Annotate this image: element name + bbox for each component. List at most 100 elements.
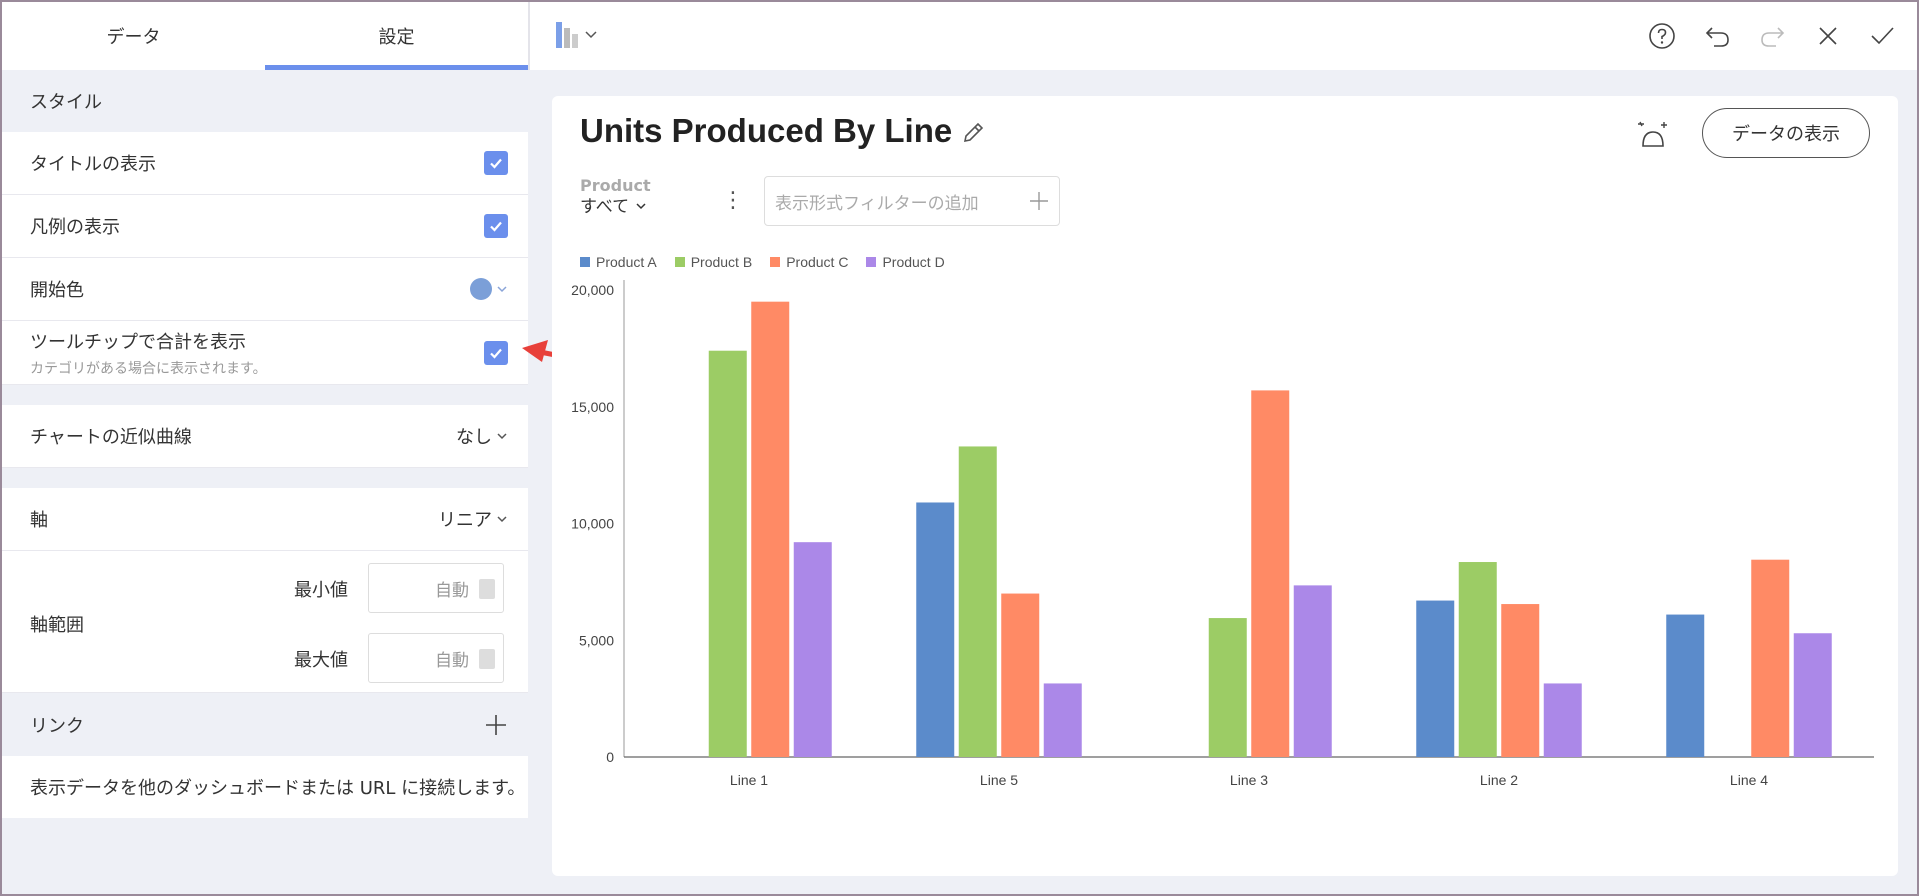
axis-value: リニア [438,510,492,531]
x-tick-label: Line 4 [1730,772,1768,788]
min-input[interactable]: 自動 [368,563,504,613]
legend-item[interactable]: Product B [674,254,753,270]
bar-product-a-line-4[interactable] [1666,614,1705,757]
check-icon [490,158,502,169]
spinner-icon[interactable] [479,649,495,669]
link-description: 表示データを他のダッシュボードまたは URL に接続します。 [2,756,528,818]
legend-label: Product B [690,254,753,270]
confirm-check-icon[interactable] [1868,22,1896,50]
show-legend-row: 凡例の表示 [2,195,528,258]
spinner-icon[interactable] [479,579,495,599]
bar-product-d-line-3[interactable] [1293,585,1332,757]
style-heading: スタイル [30,92,102,113]
bar-product-d-line-5[interactable] [1043,683,1082,757]
legend-swatch [674,257,685,267]
top-toolbar [530,2,1917,70]
x-tick-label: Line 1 [730,772,768,788]
axis-row: 軸 リニア [2,488,528,551]
max-input[interactable]: 自動 [368,633,504,683]
x-tick-label: Line 2 [1480,772,1518,788]
legend-swatch [866,257,877,267]
trendline-value: なし [456,427,492,448]
chart-title: Units Produced By Line [580,112,953,149]
show-legend-checkbox[interactable] [484,214,508,238]
view-data-button[interactable]: データの表示 [1702,108,1870,158]
chevron-down-icon [497,433,507,440]
product-filter-dropdown[interactable]: すべて [580,192,647,217]
axis-range-group: 軸範囲 最小値 自動 最大値 自動 [2,551,528,693]
trendline-dropdown[interactable]: なし [456,423,508,449]
legend-swatch [580,257,590,267]
check-icon [490,348,502,359]
undo-icon[interactable] [1704,22,1732,50]
redo-icon[interactable] [1758,22,1786,50]
tab-data[interactable]: データ [2,2,265,70]
filter-value: すべて [580,197,630,217]
trendline-row: チャートの近似曲線 なし [2,405,528,468]
y-tick-label: 10,000 [571,516,614,532]
bar-product-b-line-3[interactable] [1208,618,1247,757]
axis-dropdown[interactable]: リニア [438,506,508,532]
edit-title-icon[interactable] [960,120,986,146]
min-label: 最小値 [294,580,348,601]
tooltip-total-label: ツールチップで合計を表示 [30,331,246,353]
link-heading-row: リンク [2,693,528,756]
tab-settings[interactable]: 設定 [265,2,528,70]
add-filter-placeholder: 表示形式フィルターの追加 [775,193,979,214]
y-tick-label: 20,000 [571,282,614,298]
bar-chart: 0 5,000 10,000 15,000 20,000 Line 1 Line 5 Line… [571,280,1874,788]
bar-product-c-line-1[interactable] [751,301,790,757]
start-color-row: 開始色 [2,258,528,321]
start-color-label: 開始色 [30,280,84,301]
tab-settings-label: 設定 [378,27,415,48]
min-value: 自動 [435,580,469,601]
bar-product-c-line-3[interactable] [1251,390,1290,757]
color-swatch [470,278,492,300]
bar-product-d-line-4[interactable] [1793,633,1832,757]
bar-product-a-line-2[interactable] [1416,600,1455,757]
legend-item[interactable]: Product C [770,254,848,270]
legend-item[interactable]: Product D [866,254,945,270]
chevron-down-icon [497,516,507,523]
axis-label: 軸 [30,510,48,531]
bar-product-c-line-5[interactable] [1001,593,1040,757]
bar-product-b-line-5[interactable] [958,446,997,757]
x-tick-label: Line 5 [980,772,1018,788]
tab-data-label: データ [106,27,161,48]
bar-product-a-line-5[interactable] [916,502,955,757]
legend-label: Product A [596,254,657,270]
y-tick-label: 0 [606,749,614,765]
bar-product-c-line-4[interactable] [1751,559,1790,757]
bar-product-c-line-2[interactable] [1501,604,1540,757]
bar-product-d-line-2[interactable] [1543,683,1582,757]
ai-insights-icon[interactable] [1636,118,1670,152]
y-tick-label: 15,000 [571,399,614,415]
trendline-label: チャートの近似曲線 [30,427,192,448]
max-label: 最大値 [294,650,348,671]
add-link-icon[interactable] [484,713,508,737]
legend-label: Product D [882,254,945,270]
add-filter-input[interactable]: 表示形式フィルターの追加 [764,176,1060,226]
start-color-picker[interactable] [470,278,508,300]
legend-item[interactable]: Product A [580,254,657,270]
chart-legend: Product A Product B Product C Product D [580,254,945,270]
close-icon[interactable] [1814,22,1842,50]
tooltip-total-checkbox[interactable] [484,340,508,365]
bar-product-b-line-1[interactable] [708,350,747,757]
axis-range-label: 軸範囲 [30,615,84,636]
show-title-label: タイトルの表示 [30,154,156,175]
legend-swatch [770,257,781,267]
bar-product-d-line-1[interactable] [793,542,832,757]
chevron-down-icon [636,203,646,210]
show-title-row: タイトルの表示 [2,132,528,195]
bar-product-b-line-2[interactable] [1458,562,1497,757]
link-heading: リンク [30,715,84,737]
filter-menu-icon[interactable]: ⋮ [722,188,744,213]
tooltip-total-sublabel: カテゴリがある場合に表示されます。 [30,360,267,377]
show-title-checkbox[interactable] [484,151,508,175]
show-legend-label: 凡例の表示 [30,217,120,238]
chart-type-icon[interactable] [556,20,602,50]
panel-tabs: データ 設定 [2,2,528,70]
help-icon[interactable] [1648,22,1676,50]
max-value: 自動 [435,650,469,671]
